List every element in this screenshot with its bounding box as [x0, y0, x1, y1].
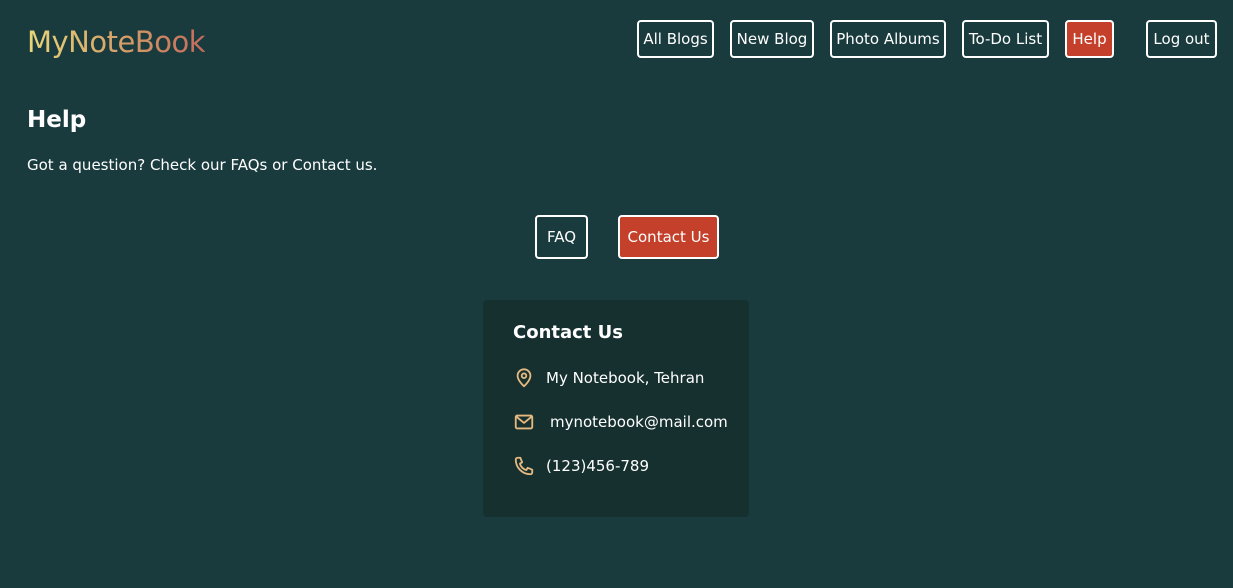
nav-help-button[interactable]: Help — [1065, 20, 1114, 58]
contact-address: My Notebook, Tehran — [546, 369, 705, 387]
contact-card-title: Contact Us — [513, 322, 624, 343]
phone-icon — [513, 455, 535, 477]
nav-photo-albums-button[interactable]: Photo Albums — [830, 20, 946, 58]
location-pin-icon — [513, 367, 535, 389]
nav-all-blogs-button[interactable]: All Blogs — [637, 20, 714, 58]
contact-us-button[interactable]: Contact Us — [618, 215, 719, 259]
logout-button[interactable]: Log out — [1146, 20, 1217, 58]
page-description: Got a question? Check our FAQs or Contac… — [27, 156, 378, 174]
header: MyNoteBook All Blogs New Blog Photo Albu… — [0, 0, 1233, 82]
contact-address-row: My Notebook, Tehran — [513, 366, 704, 390]
logo[interactable]: MyNoteBook — [27, 22, 206, 62]
faq-button[interactable]: FAQ — [535, 215, 588, 259]
contact-phone[interactable]: (123)456-789 — [546, 455, 649, 477]
contact-email[interactable]: mynotebook@mail.com — [550, 411, 728, 433]
nav-new-blog-button[interactable]: New Blog — [730, 20, 814, 58]
nav-todo-list-button[interactable]: To-Do List — [962, 20, 1049, 58]
contact-phone-row: (123)456-789 — [513, 454, 649, 478]
contact-email-row: mynotebook@mail.com — [513, 410, 728, 434]
page-title: Help — [27, 107, 87, 133]
contact-card: Contact Us My Notebook, Tehran mynoteboo… — [483, 300, 749, 517]
mail-icon — [513, 411, 535, 433]
